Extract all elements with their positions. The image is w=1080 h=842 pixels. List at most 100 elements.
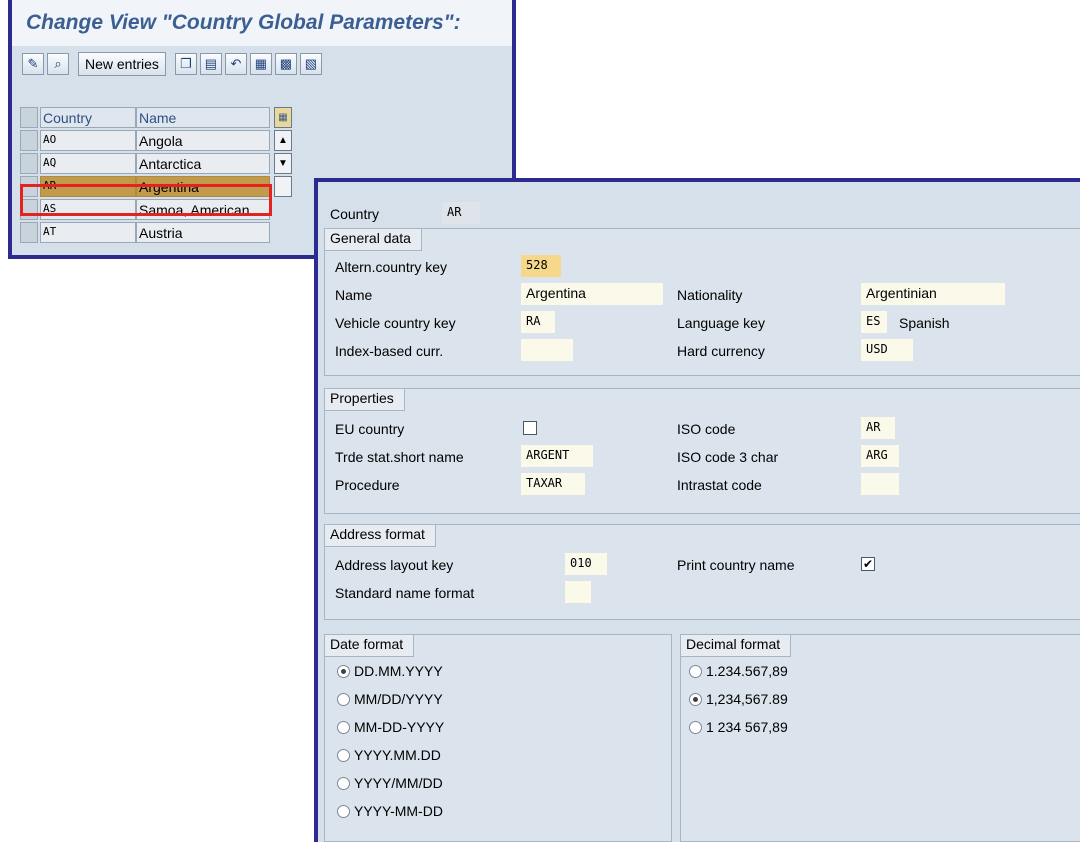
select-block-icon[interactable]: ▩ [274, 53, 297, 75]
nationality-field[interactable]: Argentinian [861, 283, 1005, 305]
column-settings-icon[interactable]: ▦ [274, 107, 292, 128]
group-title: Properties [325, 389, 405, 411]
scrollbar-track[interactable] [274, 222, 292, 243]
date-format-option[interactable]: DD.MM.YYYY [337, 663, 443, 679]
country-cell: AT [40, 222, 136, 243]
language-key-field[interactable]: ES [861, 311, 887, 333]
radio-icon[interactable] [337, 692, 350, 706]
language-text: Spanish [899, 315, 950, 331]
address-layout-key-field[interactable]: 010 [565, 553, 607, 575]
radio-icon[interactable] [337, 776, 350, 790]
row-selector[interactable] [20, 153, 38, 174]
country-label: Country [330, 206, 380, 222]
selection-highlight-box [20, 184, 272, 216]
group-title: Date format [325, 635, 415, 657]
delete-icon[interactable]: ▤ [199, 53, 222, 75]
radio-selected-icon[interactable] [337, 664, 350, 678]
row-selector[interactable] [20, 130, 38, 151]
index-based-curr-label: Index-based curr. [335, 343, 444, 359]
decimal-format-option[interactable]: 1 234 567,89 [689, 719, 788, 735]
altern-country-key-label: Altern.country key [335, 259, 448, 275]
country-detail-window: Country AR General data Altern.country k… [314, 178, 1080, 842]
details-icon[interactable]: ⌕ [47, 53, 69, 75]
name-field[interactable]: Argentina [521, 283, 663, 305]
altern-country-key-field[interactable]: 528 [521, 255, 561, 277]
print-country-name-label: Print country name [677, 557, 795, 573]
vehicle-country-key-label: Vehicle country key [335, 315, 456, 331]
screen-title: Change View "Country Global Parameters": [26, 11, 461, 34]
radio-icon[interactable] [337, 748, 350, 762]
print-country-name-checkbox[interactable]: ✔ [861, 557, 875, 571]
select-all-icon[interactable]: ▦ [249, 53, 272, 75]
general-data-group: General data Altern.country key 528 Name… [324, 228, 1080, 376]
title-bar: Change View "Country Global Parameters": [12, 0, 512, 46]
index-based-curr-field[interactable] [521, 339, 573, 361]
name-cell: Antarctica [136, 153, 270, 174]
country-field: AR [442, 202, 480, 224]
date-format-option[interactable]: YYYY/MM/DD [337, 775, 443, 791]
iso-code-label: ISO code [677, 421, 736, 437]
row-selector[interactable] [20, 222, 38, 243]
address-format-group: Address format Address layout key 010 Pr… [324, 524, 1080, 620]
hard-currency-field[interactable]: USD [861, 339, 913, 361]
scroll-up-icon[interactable]: ▲ [274, 130, 292, 151]
standard-name-format-label: Standard name format [335, 585, 475, 601]
column-header-country[interactable]: Country [40, 107, 136, 128]
scrollbar-track[interactable] [274, 176, 292, 197]
language-key-label: Language key [677, 315, 765, 331]
scrollbar-track[interactable] [274, 199, 292, 220]
radio-icon[interactable] [337, 804, 350, 818]
trde-stat-short-name-label: Trde stat.short name [335, 449, 464, 465]
radio-icon[interactable] [689, 664, 702, 678]
trde-stat-short-name-field[interactable]: ARGENT [521, 445, 593, 467]
table-row[interactable]: AT Austria [20, 221, 292, 244]
decimal-format-group: Decimal format 1.234.567,89 1,234,567.89… [680, 634, 1080, 842]
undo-icon[interactable]: ↶ [224, 53, 247, 75]
copy-icon[interactable]: ❐ [174, 53, 197, 75]
intrastat-code-label: Intrastat code [677, 477, 762, 493]
properties-group: Properties EU country ISO code AR Trde s… [324, 388, 1080, 514]
group-title: Decimal format [681, 635, 792, 657]
application-toolbar: ✎ ⌕ New entries ❐ ▤ ↶ ▦ ▩ ▧ [12, 46, 512, 82]
hard-currency-label: Hard currency [677, 343, 765, 359]
date-format-option[interactable]: YYYY.MM.DD [337, 747, 441, 763]
nationality-label: Nationality [677, 287, 743, 303]
intrastat-code-field[interactable] [861, 473, 899, 495]
edit-glasses-icon[interactable]: ✎ [22, 53, 44, 75]
radio-icon[interactable] [337, 720, 350, 734]
name-label: Name [335, 287, 373, 303]
table-row[interactable]: AQ Antarctica ▼ [20, 152, 292, 175]
radio-icon[interactable] [689, 720, 702, 734]
select-all-cell[interactable] [20, 107, 38, 128]
standard-name-format-field[interactable] [565, 581, 591, 603]
group-title: Address format [325, 525, 436, 547]
scroll-down-icon[interactable]: ▼ [274, 153, 292, 174]
country-cell: AQ [40, 153, 136, 174]
country-table: Country Name ▦ AO Angola ▲ AQ Antarctica… [20, 106, 292, 244]
iso-code-3-char-label: ISO code 3 char [677, 449, 779, 465]
decimal-format-option[interactable]: 1,234,567.89 [689, 691, 788, 707]
country-cell: AO [40, 130, 136, 151]
table-row[interactable]: AO Angola ▲ [20, 129, 292, 152]
name-cell: Austria [136, 222, 270, 243]
date-format-option[interactable]: MM-DD-YYYY [337, 719, 444, 735]
procedure-field[interactable]: TAXAR [521, 473, 585, 495]
deselect-all-icon[interactable]: ▧ [299, 53, 322, 75]
radio-selected-icon[interactable] [689, 692, 702, 706]
eu-country-checkbox[interactable] [523, 421, 537, 435]
procedure-label: Procedure [335, 477, 400, 493]
vehicle-country-key-field[interactable]: RA [521, 311, 555, 333]
iso-code-field[interactable]: AR [861, 417, 895, 439]
new-entries-button[interactable]: New entries [78, 52, 166, 76]
date-format-option[interactable]: YYYY-MM-DD [337, 803, 443, 819]
decimal-format-option[interactable]: 1.234.567,89 [689, 663, 788, 679]
eu-country-label: EU country [335, 421, 405, 437]
iso-code-3-char-field[interactable]: ARG [861, 445, 899, 467]
date-format-option[interactable]: MM/DD/YYYY [337, 691, 443, 707]
address-layout-key-label: Address layout key [335, 557, 454, 573]
name-cell: Angola [136, 130, 270, 151]
column-header-name[interactable]: Name [136, 107, 270, 128]
group-title: General data [325, 229, 422, 251]
table-header: Country Name ▦ [20, 106, 292, 129]
date-format-group: Date format DD.MM.YYYY MM/DD/YYYY MM-DD-… [324, 634, 672, 842]
